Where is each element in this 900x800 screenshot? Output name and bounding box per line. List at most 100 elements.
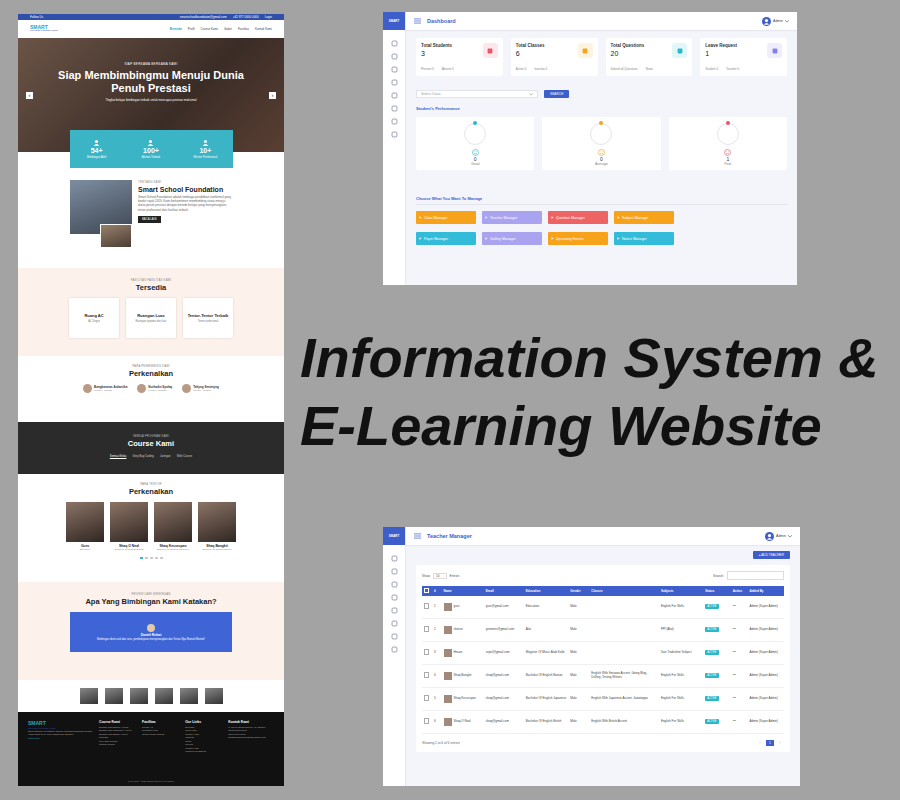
manager-button[interactable]: Upcoming Events — [548, 232, 608, 245]
table-row[interactable]: 3Hesansepul@gmail.comMagister Of Music A… — [422, 642, 784, 665]
column-header[interactable]: Classes — [590, 586, 660, 596]
sidebar-menu-icon[interactable] — [391, 40, 398, 47]
column-header[interactable]: Name — [442, 586, 484, 596]
table-row[interactable]: 4Shaq Bangkitshaq@gmail.comBachelor Of E… — [422, 665, 784, 688]
action-menu[interactable]: ••• — [731, 596, 748, 619]
gallery-photo[interactable] — [205, 688, 223, 704]
carousel-dot[interactable] — [155, 557, 158, 559]
manager-button[interactable]: Notice Manager — [614, 232, 674, 245]
manager-button[interactable]: Class Manager — [416, 211, 476, 224]
user-menu[interactable]: Admin — [765, 532, 792, 541]
footer-link[interactable]: smartschoolfoundation@gmail.com — [228, 736, 274, 739]
gallery-photo[interactable] — [155, 688, 173, 704]
manager-button[interactable]: Paper Manager — [416, 232, 476, 245]
column-header[interactable]: Education — [524, 586, 568, 596]
action-menu[interactable]: ••• — [731, 642, 748, 665]
sidebar-menu-icon[interactable] — [391, 118, 398, 125]
table-row[interactable]: 6Shaq O Nealshaq@gmail.comBachelor Of En… — [422, 711, 784, 734]
prev-arrow[interactable]: ‹ — [26, 92, 33, 99]
footer-link[interactable]: Grey Bag Coding — [99, 740, 137, 743]
table-row[interactable]: 2shinseigreatnes@gmail.comAlatMalePPI (A… — [422, 619, 784, 642]
footer-link[interactable]: Ruangan Luas — [142, 729, 180, 732]
page-button[interactable]: › — [776, 740, 784, 746]
column-header[interactable]: Status — [704, 586, 731, 596]
nav-item[interactable]: Kontak Kami — [255, 27, 272, 31]
column-header[interactable]: Added By — [748, 586, 784, 596]
manager-button[interactable]: Subject Manager — [614, 211, 674, 224]
sidebar-menu-icon[interactable] — [391, 555, 398, 562]
carousel-dot[interactable] — [140, 557, 143, 559]
footer-link[interactable]: Ruang AC — [142, 726, 180, 729]
sidebar-menu-icon[interactable] — [391, 66, 398, 73]
row-checkbox[interactable] — [424, 626, 430, 632]
nav-item[interactable]: Fasilitas — [238, 27, 249, 31]
nav-item[interactable]: Profil — [188, 27, 195, 31]
table-row[interactable]: 1guruguru@gmail.comEducationMaleEnglish … — [422, 596, 784, 619]
sidebar-menu-icon[interactable] — [391, 92, 398, 99]
user-menu[interactable]: Admin — [762, 17, 789, 26]
sidebar-menu-icon[interactable] — [391, 594, 398, 601]
course-tab[interactable]: Jaringan — [160, 454, 171, 458]
sidebar-menu-icon[interactable] — [391, 620, 398, 627]
course-tab[interactable]: Web Course — [177, 454, 193, 458]
gallery-photo[interactable] — [180, 688, 198, 704]
row-checkbox[interactable] — [424, 649, 430, 655]
row-checkbox[interactable] — [424, 695, 430, 701]
login-link[interactable]: Login — [265, 15, 272, 19]
read-more-button[interactable]: BACA LAGI — [138, 216, 161, 223]
search-button[interactable]: SEARCH — [544, 90, 569, 98]
select-all-checkbox[interactable] — [424, 588, 430, 594]
page-button[interactable]: ‹ — [756, 740, 764, 746]
carousel-dot[interactable] — [150, 557, 153, 559]
carousel-dot[interactable] — [160, 557, 163, 559]
add-teacher-button[interactable]: + ADD TEACHER — [753, 551, 790, 559]
menu-icon[interactable] — [414, 533, 421, 539]
footer-link[interactable]: Kontak Kami — [185, 747, 223, 750]
footer-link[interactable]: Beranda — [185, 726, 223, 729]
column-header[interactable]: Email — [484, 586, 524, 596]
sidebar-menu-icon[interactable] — [391, 581, 398, 588]
manager-button[interactable]: Gallery Manager — [482, 232, 542, 245]
course-tab[interactable]: Semua Kelas — [110, 454, 127, 458]
course-tab[interactable]: Grey Bag Coding — [132, 454, 153, 458]
sidebar-menu-icon[interactable] — [391, 633, 398, 640]
action-menu[interactable]: ••• — [731, 619, 748, 642]
next-arrow[interactable]: › — [269, 92, 276, 99]
search-input[interactable] — [727, 571, 784, 580]
sidebar-menu-icon[interactable] — [391, 105, 398, 112]
gallery-photo[interactable] — [80, 688, 98, 704]
nav-item[interactable]: Galeri — [224, 27, 232, 31]
table-row[interactable]: 5Shaq Kesurupanshaq@gmail.comBachelor Of… — [422, 688, 784, 711]
manager-button[interactable]: Question Manager — [548, 211, 608, 224]
sidebar-menu-icon[interactable] — [391, 53, 398, 60]
sidebar-menu-icon[interactable] — [391, 79, 398, 86]
nav-item[interactable]: Beranda — [170, 27, 182, 31]
sidebar-logo[interactable]: SMART — [383, 527, 405, 545]
column-header[interactable]: # — [433, 586, 442, 596]
sidebar-menu-icon[interactable] — [391, 131, 398, 138]
action-menu[interactable]: ••• — [731, 711, 748, 734]
footer-link[interactable]: Course Kami — [185, 733, 223, 736]
logo[interactable]: SMART SCHOOL FOUNDATION — [30, 25, 58, 33]
gallery-photo[interactable] — [105, 688, 123, 704]
manager-button[interactable]: Teacher Manager — [482, 211, 542, 224]
sidebar-menu-icon[interactable] — [391, 607, 398, 614]
column-header[interactable]: Gender — [569, 586, 590, 596]
menu-icon[interactable] — [414, 18, 421, 24]
class-select[interactable]: Select Class — [416, 90, 538, 98]
footer-link[interactable]: English With British Accent — [99, 733, 137, 736]
footer-read-more[interactable]: Read More — [28, 737, 94, 740]
footer-link[interactable]: Tangerang 15000 — [228, 729, 274, 732]
footer-link[interactable]: Jaringan — [99, 736, 137, 739]
footer-link[interactable]: Jl. Raya Tangerang No. 10, Banten — [228, 726, 274, 729]
row-checkbox[interactable] — [424, 718, 430, 724]
gallery-photo[interactable] — [130, 688, 148, 704]
footer-link[interactable]: English With Japanese Accent — [99, 729, 137, 732]
footer-link[interactable]: English With Boston Accent — [99, 726, 137, 729]
footer-link[interactable]: Terms & Conditions — [185, 750, 223, 753]
action-menu[interactable]: ••• — [731, 665, 748, 688]
nav-item[interactable]: Course Kami — [201, 27, 218, 31]
footer-link[interactable]: 0877 0000 0000 — [228, 733, 274, 736]
sidebar-menu-icon[interactable] — [391, 568, 398, 575]
footer-link[interactable]: Profil Kami — [185, 729, 223, 732]
